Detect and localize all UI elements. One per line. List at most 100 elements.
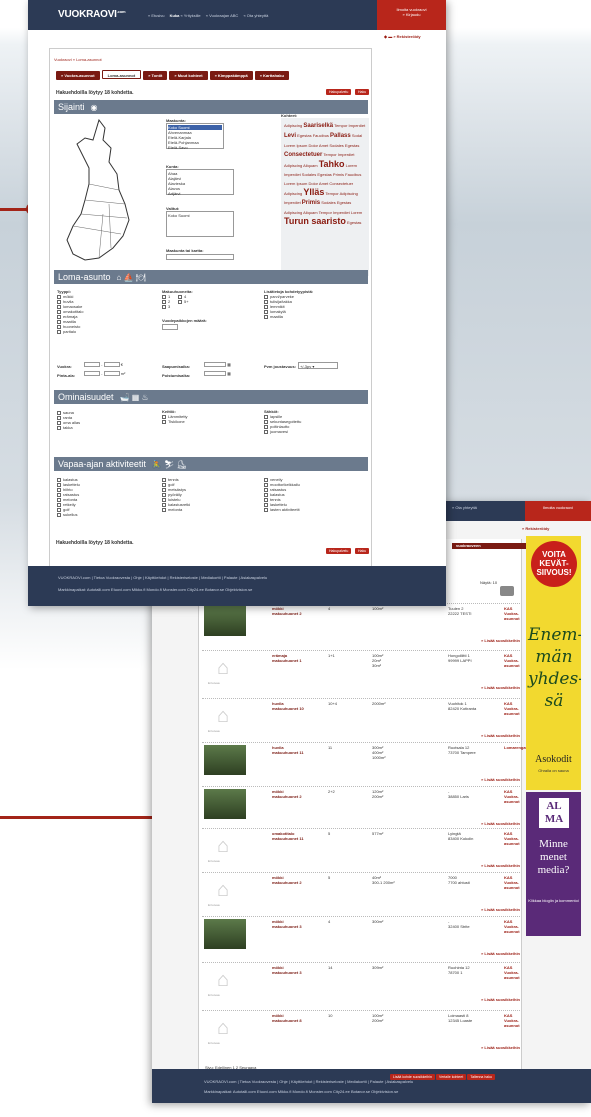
add-favorite-link[interactable]: » Lisää suosikkeihin (481, 685, 520, 690)
rooms-checkbox[interactable]: 5+ (178, 299, 194, 304)
place-tag[interactable]: Primis (302, 200, 320, 206)
municipality-option[interactable]: Artjärvi (168, 191, 232, 196)
listing-row[interactable]: ⌂ Ei kuvaa huvila makuuhuonet 10 10+4 2000m²… (202, 698, 520, 742)
rooms-checkbox[interactable]: 3 (162, 304, 178, 309)
promo-login[interactable]: » Kirjaudu (377, 12, 446, 17)
place-tag[interactable]: Consectetuer (284, 152, 322, 158)
results-pager[interactable]: Sivu: Edellinen 1 2 Seuraava (205, 1065, 256, 1070)
back-footer-partners[interactable]: Markkinapaikat: Autotalli.com Etuovi.com… (204, 1087, 591, 1097)
listing-title[interactable]: erämaja makuuhuonet 1 (272, 653, 302, 663)
listing-row[interactable]: ⌂ Ei kuvaa erämaja makuuhuonet 1 1+1 100m² 2… (202, 650, 520, 694)
place-tag[interactable]: Pallass (330, 133, 351, 139)
search-button-bottom[interactable]: Hakupalvelu (326, 548, 352, 554)
add-favorites-button[interactable]: Lisää kohde suosikkeihin (390, 1074, 435, 1080)
calendar-icon[interactable]: ▦ (227, 371, 231, 376)
listing-company[interactable]: KAS Vuokra-asunnot (504, 1013, 520, 1028)
tab-plots[interactable]: » Tontit (143, 71, 168, 80)
checkbox-box[interactable] (178, 299, 182, 304)
tab-other[interactable]: » Muut kohteet (169, 71, 208, 80)
place-tag[interactable]: Turun saaristo (284, 216, 346, 226)
promo-box[interactable]: Ilmoita vuokraovi» Kirjaudu (377, 0, 446, 30)
activity-checkbox[interactable]: sukellus (57, 512, 80, 517)
nav-active[interactable]: Kuka (170, 13, 180, 18)
checkbox-box[interactable] (264, 507, 268, 512)
house-icon[interactable]: ⌂ (214, 705, 232, 727)
checkbox-box[interactable] (162, 304, 166, 309)
save-search-button[interactable]: Tallenna haku (467, 1074, 495, 1080)
place-tag[interactable]: Adipiscing (284, 123, 303, 128)
add-favorite-link[interactable]: » Lisää suosikkeihin (481, 1045, 520, 1050)
listing-title[interactable]: mökki makuuhuonet 3 (272, 919, 302, 929)
listing-row[interactable]: mökki makuuhuonet 2 4 100m² Tuulen 2 22222 … (202, 603, 520, 647)
place-tag[interactable]: Egestas Faucibus (296, 133, 330, 138)
site-logo[interactable]: VUOKRAOVI.com (58, 9, 126, 20)
listing-row[interactable]: huvila makuuhuonet 11 11 300m² 400m² 1000m… (202, 742, 531, 786)
house-icon[interactable]: ⌂ (214, 969, 232, 991)
place-tag[interactable]: Levi (284, 133, 296, 139)
activity-checkbox[interactable]: melonta (162, 507, 190, 512)
place-tag[interactable]: Saariselkä (303, 123, 333, 129)
extra-checkbox[interactable]: maatila (264, 314, 294, 319)
municipality-list[interactable]: Ahaa Alajärvi Alavieska Alavus Artjärvi (166, 169, 234, 196)
map-input[interactable] (166, 254, 234, 260)
place-tag[interactable]: Ylläs (303, 187, 324, 197)
checkbox-box[interactable] (57, 329, 61, 334)
calendar-icon[interactable]: ▦ (227, 362, 231, 367)
rent-max-input[interactable] (103, 362, 120, 368)
asokodit-ad[interactable]: VOITA KEVÄT-SIIVOUS! Enem-män yhdes-sä A… (526, 536, 581, 790)
back-nav-contact[interactable]: » Ota yhteyttä (452, 505, 477, 510)
nav-contact[interactable]: « Ota yhteyttä (243, 13, 268, 18)
listing-row[interactable]: ⌂ Ei kuvaa mökki makuuhuonet 3 14 309m² Ruohi… (202, 962, 520, 1006)
add-favorite-link[interactable]: » Lisää suosikkeihin (481, 638, 520, 643)
house-icon[interactable]: ⌂ (214, 1017, 232, 1039)
nav-home[interactable]: « Etusivu (148, 13, 164, 18)
listing-row[interactable]: ⌂ Ei kuvaa mökki makuuhuonet 8 10 100m² 200m… (202, 1010, 520, 1054)
listing-row[interactable]: mökki makuuhuonet 3 4 300m² - 32400 Strite K… (202, 916, 520, 960)
house-icon[interactable]: ⌂ (214, 657, 232, 679)
house-icon[interactable]: ⌂ (214, 879, 232, 901)
tab-rentals[interactable]: » Vuokra-asunnot (56, 71, 100, 80)
add-favorite-link[interactable]: » Lisää suosikkeihin (481, 951, 520, 956)
listing-company[interactable]: KAS Vuokra-asunnot (504, 965, 520, 980)
printer-icon[interactable] (500, 586, 514, 596)
clear-button[interactable]: Haku (355, 89, 370, 95)
flex-select[interactable]: +/-3pv ▾ (298, 362, 338, 369)
listing-row[interactable]: mökki makuuhuonet 2 2+2 120m² 200m² - 38850… (202, 786, 520, 830)
listing-company[interactable]: KAS Vuokra-asunnot (504, 606, 520, 621)
checkbox-box[interactable] (57, 512, 61, 517)
listing-row[interactable]: ⌂ Ei kuvaa omakotitalo makuuhuonet 11 5 577m… (202, 828, 520, 872)
listing-title[interactable]: huvila makuuhuonet 11 (272, 745, 304, 755)
nav-abc[interactable]: « Vuokraajan ABC (206, 13, 239, 18)
listing-photo[interactable] (204, 745, 246, 775)
rent-min-input[interactable] (84, 362, 100, 368)
listing-row[interactable]: ⌂ Ei kuvaa mökki makuuhuonet 2 5 40m² 300-1 … (202, 872, 520, 916)
activity-checkbox[interactable]: lasten aktiviteetit (264, 507, 300, 512)
add-favorite-link[interactable]: » Lisää suosikkeihin (481, 863, 520, 868)
add-favorite-link[interactable]: » Lisää suosikkeihin (481, 997, 520, 1002)
tab-shared[interactable]: » Kimppakämppä (209, 71, 253, 80)
listing-company[interactable]: KAS Vuokra-asunnot (504, 831, 520, 846)
listing-photo[interactable] (204, 789, 246, 819)
listing-company[interactable]: KAS Vuokra-asunnot (504, 701, 520, 716)
place-tag[interactable]: Tahko (319, 159, 345, 169)
listing-company[interactable]: KAS Vuokra-asunnot (504, 653, 520, 668)
checkbox-box[interactable] (162, 507, 166, 512)
add-favorite-link[interactable]: » Lisää suosikkeihin (481, 733, 520, 738)
checkbox-box[interactable] (264, 314, 268, 319)
listing-title[interactable]: huvila makuuhuonet 10 (272, 701, 304, 711)
footer-links[interactable]: VUOKRAOVI.com | Tietoa Vuokraovesta | Oh… (58, 572, 446, 584)
size-max-input[interactable] (103, 371, 120, 377)
checkbox-box[interactable] (162, 419, 166, 424)
listing-title[interactable]: mökki makuuhuonet 8 (272, 1013, 302, 1023)
listing-company[interactable]: KAS Vuokra-asunnot (504, 919, 520, 934)
house-icon[interactable]: ⌂ (214, 835, 232, 857)
listing-photo[interactable] (204, 606, 246, 636)
listing-title[interactable]: mökki makuuhuonet 2 (272, 875, 302, 885)
footer-partners[interactable]: Markkinapaikat: Autotalli.com Etuovi.com… (58, 584, 446, 596)
clear-button-bottom[interactable]: Haku (355, 548, 370, 554)
province-list[interactable]: Koko Suomi Ahvenanmaa Etelä-Karjala Etel… (166, 123, 224, 150)
types-checkbox[interactable]: paritalo (57, 329, 83, 334)
size-min-input[interactable] (84, 371, 100, 377)
departure-input[interactable] (204, 371, 226, 377)
kitchen-checkbox[interactable]: Tiskikone (162, 419, 188, 424)
